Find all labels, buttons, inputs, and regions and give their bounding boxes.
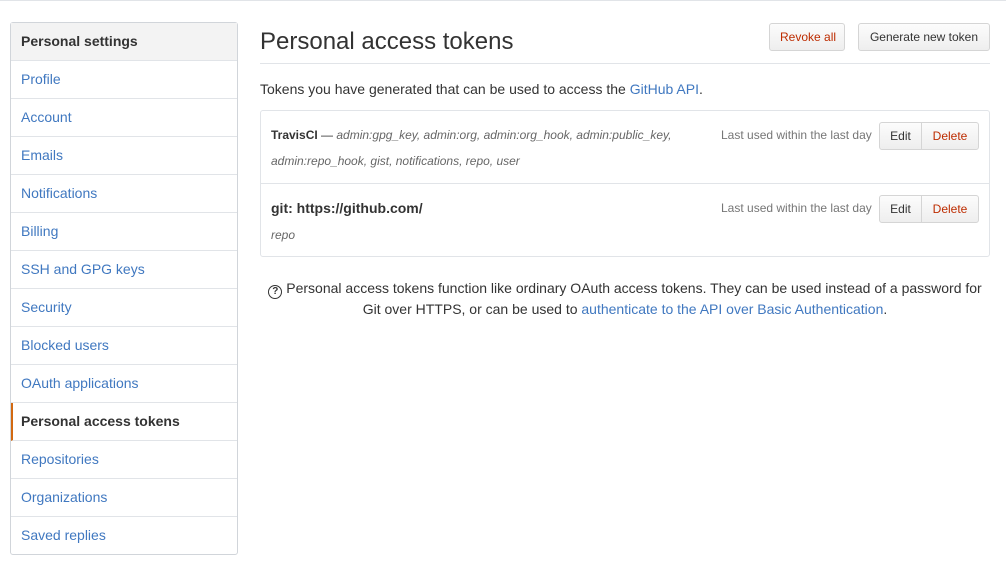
sidebar-item-blocked-users[interactable]: Blocked users xyxy=(11,327,237,365)
sidebar-item-profile[interactable]: Profile xyxy=(11,61,237,99)
intro-text-end: . xyxy=(698,81,703,97)
token-last-used: Last used within the last day xyxy=(721,128,872,142)
sidebar-item-billing[interactable]: Billing xyxy=(11,213,237,251)
token-list: TravisCI — admin:gpg_key, admin:org, adm… xyxy=(260,110,990,257)
sidebar-item-account[interactable]: Account xyxy=(11,99,237,137)
revoke-all-button[interactable]: Revoke all xyxy=(769,23,845,51)
basic-auth-link[interactable]: authenticate to the API over Basic Authe… xyxy=(581,301,883,317)
sidebar-item-personal-access-tokens[interactable]: Personal access tokens xyxy=(11,403,237,441)
sidebar-item-organizations[interactable]: Organizations xyxy=(11,479,237,517)
sidebar-item-security[interactable]: Security xyxy=(11,289,237,327)
token-row: TravisCI — admin:gpg_key, admin:org, adm… xyxy=(261,111,989,184)
token-separator: — xyxy=(317,128,337,142)
github-api-link[interactable]: GitHub API xyxy=(630,81,699,97)
top-divider xyxy=(0,0,1006,1)
question-icon: ? xyxy=(268,285,283,299)
token-name[interactable]: git: https://github.com/ xyxy=(271,200,423,216)
subhead: Personal access tokens Revoke all Genera… xyxy=(260,22,990,64)
token-description: git: https://github.com/ repo xyxy=(271,195,711,248)
sidebar-header: Personal settings xyxy=(11,23,237,61)
token-last-used: Last used within the last day xyxy=(721,201,872,215)
sidebar-item-emails[interactable]: Emails xyxy=(11,137,237,175)
sidebar-item-notifications[interactable]: Notifications xyxy=(11,175,237,213)
intro-text-body: Tokens you have generated that can be us… xyxy=(260,81,630,97)
edit-token-button[interactable]: Edit xyxy=(879,195,922,223)
sidebar-item-saved-replies[interactable]: Saved replies xyxy=(11,517,237,554)
generate-new-token-button[interactable]: Generate new token xyxy=(858,23,990,51)
help-note: ? Personal access tokens function like or… xyxy=(260,278,990,320)
intro-text: Tokens you have generated that can be us… xyxy=(260,81,703,97)
sidebar-item-ssh-gpg-keys[interactable]: SSH and GPG keys xyxy=(11,251,237,289)
token-actions: Edit Delete xyxy=(879,122,979,150)
edit-token-button[interactable]: Edit xyxy=(879,122,922,150)
token-row: git: https://github.com/ repo Last used … xyxy=(261,184,989,256)
main-content: Personal access tokens Revoke all Genera… xyxy=(260,22,990,317)
delete-token-button[interactable]: Delete xyxy=(921,122,979,150)
settings-sidebar: Personal settings Profile Account Emails… xyxy=(10,22,238,555)
page-title: Personal access tokens xyxy=(260,28,514,55)
sidebar-item-repositories[interactable]: Repositories xyxy=(11,441,237,479)
token-actions: Edit Delete xyxy=(879,195,979,223)
token-scopes: repo xyxy=(271,228,296,242)
sidebar-item-oauth-applications[interactable]: OAuth applications xyxy=(11,365,237,403)
help-text-end: . xyxy=(883,301,888,317)
token-description: TravisCI — admin:gpg_key, admin:org, adm… xyxy=(271,122,711,174)
delete-token-button[interactable]: Delete xyxy=(921,195,979,223)
token-name[interactable]: TravisCI xyxy=(271,128,318,142)
